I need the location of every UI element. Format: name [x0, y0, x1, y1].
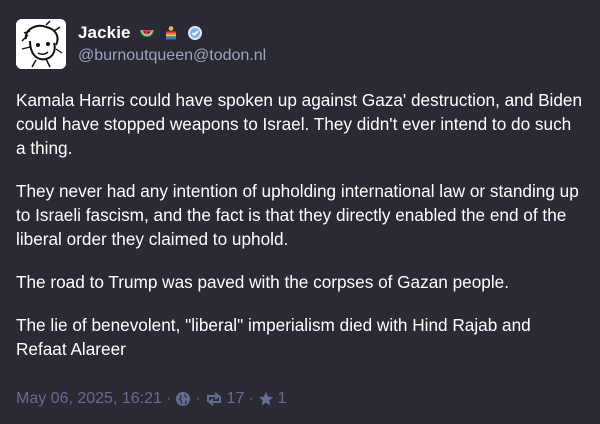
- account-handle[interactable]: @burnoutqueen@todon.nl: [78, 47, 266, 65]
- display-name-row: Jackie: [78, 21, 266, 45]
- post-paragraph: Kamala Harris could have spoken up again…: [16, 90, 583, 158]
- star-icon[interactable]: [258, 391, 274, 407]
- globe-icon[interactable]: [175, 391, 191, 407]
- post-header: Jackie @burnoutqueen@todon.nl: [16, 16, 584, 70]
- watermelon-icon: [139, 25, 155, 41]
- favourite-count: 1: [277, 390, 287, 407]
- separator: ·: [248, 390, 254, 407]
- post-content: Kamala Harris could have spoken up again…: [16, 88, 584, 361]
- post-paragraph: The lie of benevolent, "liberal" imperia…: [16, 315, 531, 359]
- post-timestamp[interactable]: May 06, 2025, 16:21: [16, 390, 162, 408]
- avatar[interactable]: [16, 19, 66, 69]
- separator: ·: [195, 390, 201, 407]
- author-names: Jackie @burnoutqueen@todon.nl: [78, 21, 266, 65]
- post-paragraph: They never had any intention of upholdin…: [16, 181, 579, 249]
- hand-drawn-avatar-icon: [16, 19, 66, 69]
- post-card: Jackie @burnoutqueen@todon.nl Kamala Har…: [0, 0, 600, 424]
- post-paragraph: The road to Trump was paved with the cor…: [16, 272, 509, 292]
- badge-icon: [187, 25, 203, 41]
- rainbow-people-icon: [163, 25, 179, 41]
- post-footer: May 06, 2025, 16:21 · · 17 · 1: [16, 388, 287, 410]
- boost-icon[interactable]: [205, 391, 223, 407]
- boost-count: 17: [226, 390, 245, 407]
- display-name[interactable]: Jackie: [78, 23, 131, 43]
- separator: ·: [165, 390, 172, 407]
